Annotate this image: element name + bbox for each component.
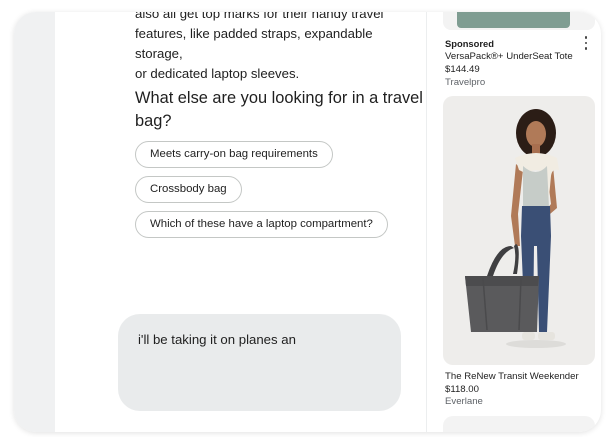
prompt-input-text[interactable]: i'll be taking it on planes an	[138, 332, 296, 347]
product-photo-illustration	[465, 109, 566, 348]
product-name[interactable]: VersaPack®+ UnderSeat Tote	[445, 51, 573, 62]
product-store: Everlane	[445, 396, 483, 407]
chip-carry-on[interactable]: Meets carry-on bag requirements	[135, 141, 333, 168]
product-name[interactable]: The ReNew Transit Weekender	[445, 371, 579, 382]
panel-divider	[426, 12, 427, 432]
product-store: Travelpro	[445, 77, 486, 88]
chip-laptop-compartment[interactable]: Which of these have a laptop compartment…	[135, 211, 388, 238]
model-with-weekender-bag-image[interactable]	[443, 96, 595, 365]
app-frame: also all get top marks for their handy t…	[14, 12, 601, 432]
more-vert-icon[interactable]	[581, 36, 591, 50]
answer-line: also all get top marks for their handy t…	[135, 12, 384, 21]
prompt-input[interactable]: i'll be taking it on planes an	[118, 314, 401, 411]
product-price: $144.49	[445, 64, 480, 75]
tote-bag-image[interactable]	[457, 12, 570, 28]
answer-line: features, like padded straps, expandable…	[135, 26, 373, 61]
next-product-card[interactable]	[443, 416, 595, 432]
left-rail	[14, 12, 55, 432]
answer-text: also all get top marks for their handy t…	[135, 12, 420, 84]
followup-question: What else are you looking for in a trave…	[135, 89, 423, 130]
sponsored-badge: Sponsored	[445, 38, 494, 49]
shopping-panel: Sponsored VersaPack®+ UnderSeat Tote $14…	[441, 12, 597, 432]
chip-crossbody[interactable]: Crossbody bag	[135, 176, 242, 203]
answer-line: or dedicated laptop sleeves.	[135, 66, 300, 81]
product-price: $118.00	[445, 384, 479, 395]
